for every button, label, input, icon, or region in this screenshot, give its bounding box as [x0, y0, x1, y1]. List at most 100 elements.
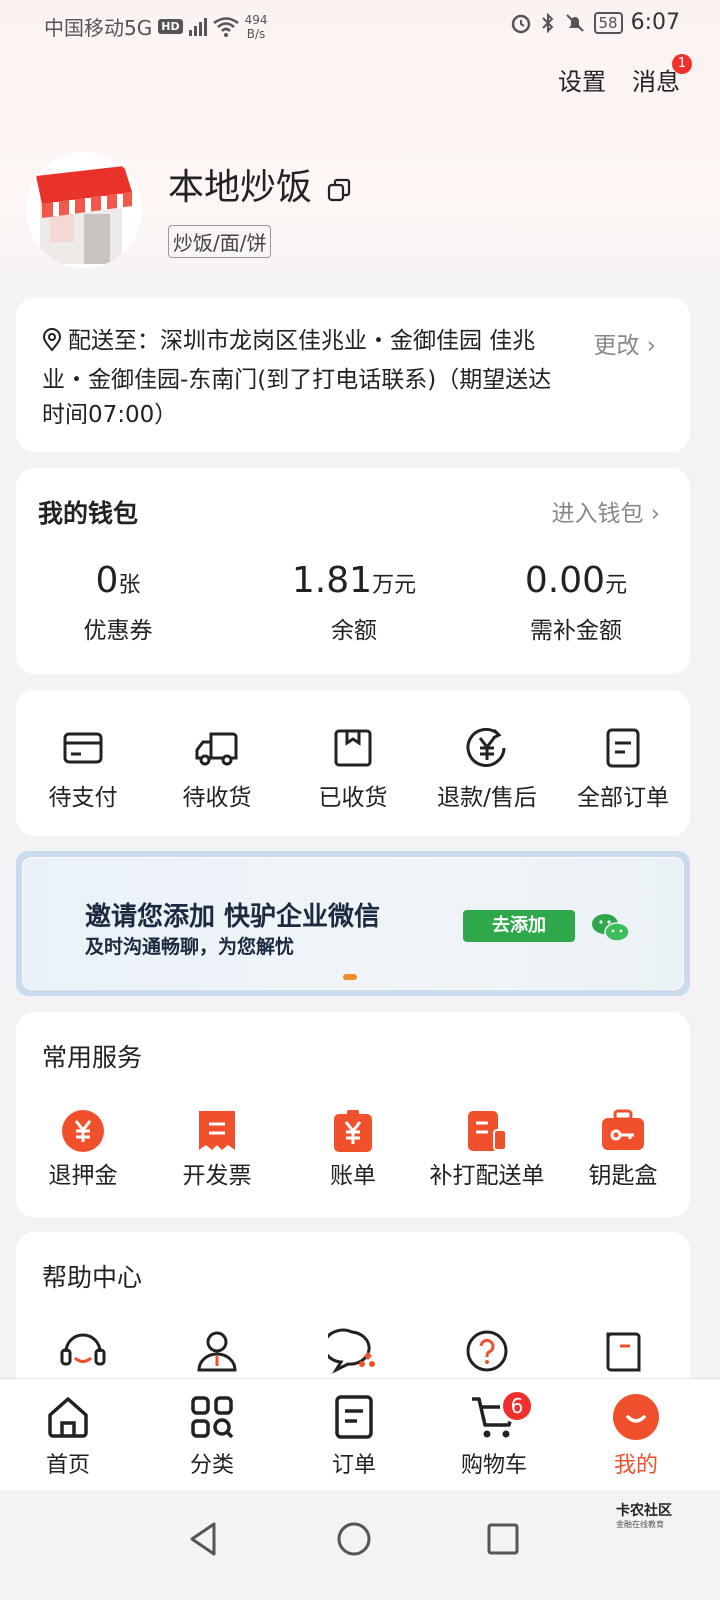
help-faq[interactable]	[420, 1328, 554, 1376]
banner-title: 邀请您添加 快驴企业微信	[85, 902, 381, 932]
order-pending-receipt[interactable]: 待收货	[150, 726, 284, 812]
help-center-title: 帮助中心	[42, 1263, 143, 1292]
alarm-icon	[511, 14, 530, 33]
home-circle-icon[interactable]	[336, 1520, 372, 1558]
coupon-unit: 张	[118, 573, 141, 598]
question-icon	[466, 1330, 508, 1372]
yuan-coin-icon	[62, 1110, 104, 1152]
services-card: 常用服务 退押金 开发票 账单 补打配送单 钥匙盒	[16, 1012, 690, 1217]
watermark: 卡农社区 金融在线教育	[616, 1504, 672, 1532]
truck-icon	[195, 732, 238, 766]
system-nav-bar	[0, 1490, 720, 1600]
watermark-subtitle: 金融在线教育	[616, 1520, 664, 1529]
order-received[interactable]: 已收货	[286, 726, 420, 812]
mute-icon	[565, 13, 584, 32]
help-customer-service[interactable]	[16, 1328, 150, 1376]
refund-icon	[466, 727, 506, 767]
shop-name-text: 本地炒饭	[168, 167, 313, 208]
help-sales-manager[interactable]	[150, 1328, 284, 1376]
due-label: 需补金额	[530, 618, 622, 644]
status-bar: 中国移动5G HD 494 B/s 58 6:07	[0, 0, 720, 50]
help-sales-chat[interactable]	[286, 1328, 420, 1376]
carrier-name: 中国移动5G	[44, 16, 153, 40]
services-title: 常用服务	[42, 1043, 143, 1072]
coupon-count: 0	[95, 560, 119, 601]
net-speed: 494 B/s	[245, 13, 268, 41]
service-reprint-slip[interactable]: 补打配送单	[420, 1108, 554, 1190]
tab-cart[interactable]: 6 购物车	[434, 1389, 554, 1479]
back-icon[interactable]	[186, 1520, 220, 1558]
status-left: 中国移动5G HD 494 B/s	[44, 12, 267, 41]
service-invoice[interactable]: 开发票	[150, 1108, 284, 1190]
wallet-card: 我的钱包 进入钱包 › 0张 优惠券 1.81万元 余额 0.00元 需补金额	[16, 468, 690, 674]
card-icon	[63, 732, 103, 764]
wifi-icon	[212, 16, 239, 37]
order-received-label: 已收货	[318, 785, 388, 811]
enter-wallet-button[interactable]: 进入钱包 ›	[551, 494, 660, 528]
bluetooth-icon	[541, 12, 553, 33]
home-icon	[48, 1397, 88, 1438]
key-box-icon	[602, 1109, 644, 1150]
help-guide[interactable]	[556, 1328, 690, 1376]
net-speed-unit: B/s	[246, 26, 266, 41]
add-wechat-button[interactable]: 去添加	[463, 910, 575, 942]
service-invoice-label: 开发票	[182, 1163, 252, 1189]
top-actions: 设置 消息 1	[558, 54, 692, 97]
bottom-tab-bar: 首页 分类 订单 6 购物车 我的	[0, 1378, 720, 1490]
delivery-address-card[interactable]: 配送至：深圳市龙岗区佳兆业・金御佳园 佳兆业・金御佳园-东南门(到了打电话联系)…	[16, 298, 690, 452]
status-right: 58 6:07	[510, 10, 680, 35]
tab-cart-label: 购物车	[460, 1453, 527, 1478]
sales-chat-icon	[328, 1328, 375, 1374]
tab-orders[interactable]: 订单	[294, 1393, 414, 1479]
service-bill[interactable]: 账单	[286, 1108, 420, 1190]
storefront-icon	[36, 166, 132, 264]
banner-subtitle: 及时沟通畅聊，为您解忧	[85, 936, 295, 958]
bill-icon	[334, 1110, 372, 1152]
service-reprint-slip-label: 补打配送单	[429, 1163, 545, 1189]
wechat-invite-banner[interactable]: 邀请您添加 快驴企业微信 及时沟通畅聊，为您解忧 去添加	[16, 851, 690, 996]
tab-home-label: 首页	[45, 1453, 90, 1478]
category-icon	[191, 1396, 234, 1439]
service-deposit-refund-label: 退押金	[48, 1163, 118, 1189]
messages-badge: 1	[672, 54, 692, 74]
sales-manager-icon	[197, 1331, 237, 1372]
balance-unit: 万元	[372, 573, 417, 598]
service-deposit-refund[interactable]: 退押金	[16, 1108, 150, 1190]
orders-card: 待支付 待收货 已收货 退款/售后 全部订单	[16, 690, 690, 836]
settings-button[interactable]: 设置	[558, 62, 606, 97]
tab-category-label: 分类	[189, 1453, 234, 1478]
service-key-box-label: 钥匙盒	[588, 1163, 658, 1189]
shop-name: 本地炒饭	[168, 158, 352, 210]
shop-avatar[interactable]	[26, 152, 142, 268]
delivery-address-text: 配送至：深圳市龙岗区佳兆业・金御佳园 佳兆业・金御佳园-东南门(到了打电话联系)…	[42, 328, 552, 428]
print-slip-icon	[468, 1111, 507, 1151]
location-pin-icon	[42, 328, 62, 363]
messages-button[interactable]: 消息 1	[632, 54, 692, 97]
wallet-item-due[interactable]: 0.00元 需补金额	[476, 560, 676, 645]
order-pending-receipt-label: 待收货	[182, 785, 252, 811]
service-bill-label: 账单	[330, 1163, 376, 1189]
wechat-icon	[592, 914, 630, 942]
change-address-button[interactable]: 更改 ›	[593, 326, 656, 360]
wallet-item-balance[interactable]: 1.81万元 余额	[254, 560, 454, 645]
order-pending-payment-label: 待支付	[48, 785, 118, 811]
box-icon	[334, 729, 372, 767]
cart-badge: 6	[500, 1389, 534, 1423]
balance-value: 1.81	[291, 560, 373, 601]
order-refund[interactable]: 退款/售后	[420, 726, 554, 812]
order-all[interactable]: 全部订单	[556, 726, 690, 812]
order-all-label: 全部订单	[577, 785, 669, 811]
wallet-title: 我的钱包	[38, 499, 139, 528]
service-key-box[interactable]: 钥匙盒	[556, 1108, 690, 1190]
order-icon	[335, 1395, 373, 1439]
wallet-item-coupons[interactable]: 0张 优惠券	[18, 560, 218, 645]
tab-home[interactable]: 首页	[8, 1393, 128, 1479]
tab-category[interactable]: 分类	[152, 1393, 272, 1479]
order-pending-payment[interactable]: 待支付	[16, 726, 150, 812]
banner-page-indicator	[343, 974, 357, 980]
tab-profile[interactable]: 我的	[576, 1393, 696, 1479]
due-unit: 元	[605, 573, 628, 598]
tab-profile-label: 我的	[613, 1453, 658, 1478]
recents-icon[interactable]	[486, 1520, 520, 1558]
copy-icon[interactable]	[326, 171, 352, 202]
